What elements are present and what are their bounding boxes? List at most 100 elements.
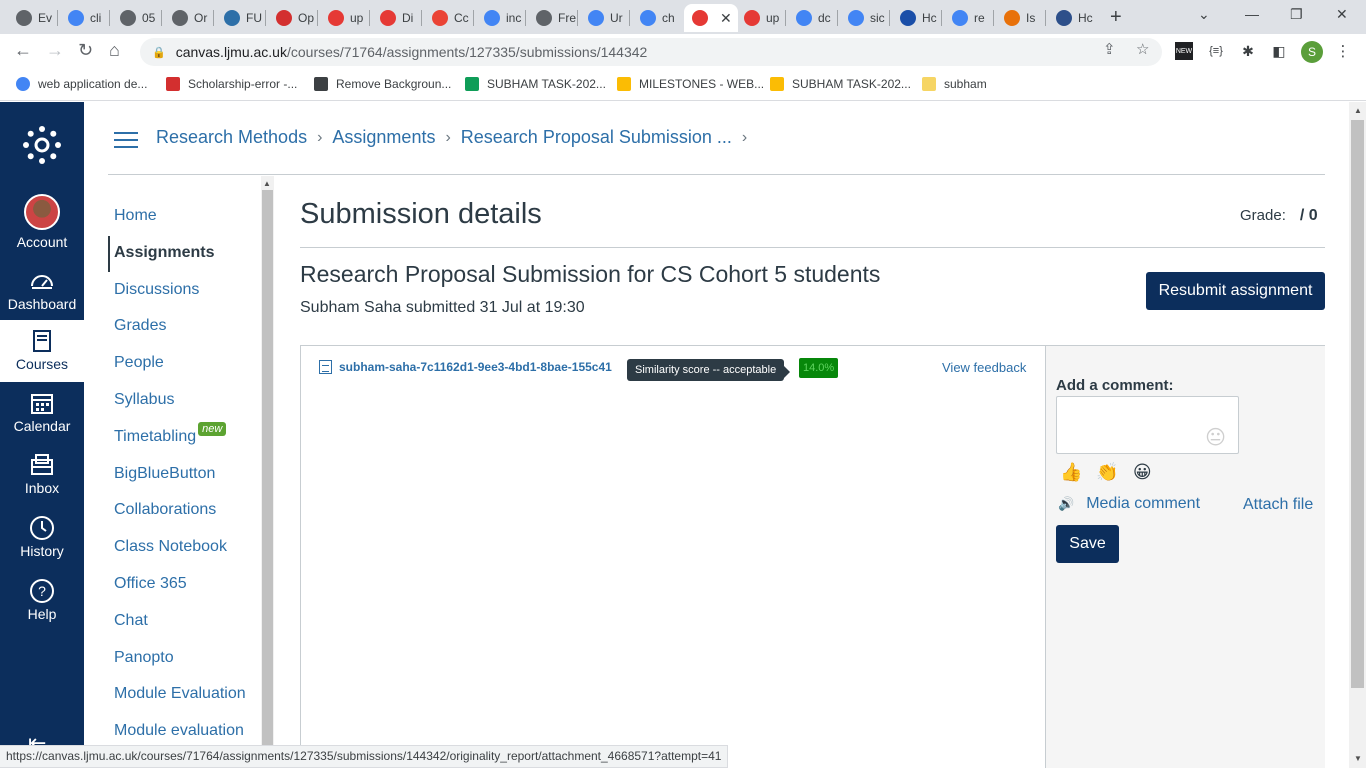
extension-new-icon[interactable]: NEW (1175, 42, 1193, 60)
browser-tab[interactable]: re (944, 4, 994, 32)
course-nav-grades[interactable]: Grades (114, 317, 166, 335)
address-bar[interactable]: 🔒 canvas.ljmu.ac.uk /courses/71764/assig… (140, 38, 1162, 66)
close-window-icon[interactable]: ✕ (1336, 6, 1348, 23)
browser-tab[interactable]: Di (372, 4, 422, 32)
help-icon: ? (30, 579, 54, 603)
filename[interactable]: subham-saha-7c1162d1-9ee3-4bd1-8bae-155c… (339, 360, 612, 374)
browser-tab[interactable]: ✕ (684, 4, 738, 32)
nav-help[interactable]: ? Help (0, 578, 84, 640)
course-nav-bigbluebutton[interactable]: BigBlueButton (114, 465, 215, 483)
home-icon[interactable]: ⌂ (109, 40, 120, 61)
browser-tab[interactable]: Fre (528, 4, 578, 32)
course-nav-home[interactable]: Home (114, 207, 157, 225)
browser-tab[interactable]: 05 (112, 4, 162, 32)
resubmit-assignment-button[interactable]: Resubmit assignment (1146, 272, 1325, 310)
breadcrumb-assignment[interactable]: Research Proposal Submission ... (461, 127, 732, 148)
view-feedback-link[interactable]: View feedback (942, 360, 1026, 375)
emoji-picker-icon[interactable]: 😐 (1205, 425, 1226, 450)
clapping-icon[interactable]: 👏 (1096, 462, 1118, 483)
browser-tab[interactable]: ch (632, 4, 682, 32)
save-button[interactable]: Save (1056, 525, 1119, 563)
bookmark-star-icon[interactable]: ☆ (1136, 40, 1149, 58)
menu-kebab-icon[interactable]: ⋮ (1334, 42, 1352, 60)
side-panel-icon[interactable]: ◧ (1270, 42, 1288, 60)
course-nav-assignments[interactable]: Assignments (114, 244, 214, 262)
submission-file-link[interactable]: subham-saha-7c1162d1-9ee3-4bd1-8bae-155c… (319, 360, 612, 374)
scroll-up-icon[interactable]: ▲ (1354, 106, 1362, 115)
tab-close-icon[interactable]: ✕ (720, 10, 732, 27)
bookmark-item[interactable]: Remove Backgroun... (314, 77, 451, 91)
hamburger-menu-icon[interactable] (114, 132, 138, 148)
page-title: Submission details (300, 198, 542, 230)
browser-tab[interactable]: inc (476, 4, 526, 32)
tab-separator (785, 10, 786, 26)
scrollbar-thumb[interactable] (1351, 120, 1364, 688)
back-icon[interactable]: ← (14, 40, 32, 61)
browser-tab[interactable]: up (320, 4, 370, 32)
course-nav-chat[interactable]: Chat (114, 612, 148, 630)
scroll-down-icon[interactable]: ▼ (1354, 754, 1362, 763)
bookmark-item[interactable]: subham (922, 77, 987, 91)
tab-label: Hc (922, 11, 937, 25)
extensions-puzzle-icon[interactable]: ✱ (1239, 42, 1257, 60)
course-nav-module-evaluation[interactable]: Module evaluation (114, 722, 244, 740)
bookmark-item[interactable]: SUBHAM TASK-202... (770, 77, 911, 91)
nav-inbox[interactable]: Inbox (0, 452, 84, 514)
course-nav-syllabus[interactable]: Syllabus (114, 391, 174, 409)
divider (300, 247, 1325, 248)
browser-tab[interactable]: Or (164, 4, 214, 32)
share-icon[interactable]: ⇪ (1103, 40, 1116, 58)
course-nav-discussions[interactable]: Discussions (114, 281, 199, 299)
course-nav-timetabling[interactable]: Timetabling new (114, 421, 227, 446)
media-comment-button[interactable]: 🔊 Media comment (1058, 495, 1200, 513)
profile-avatar[interactable]: S (1301, 41, 1323, 63)
bookmark-item[interactable]: SUBHAM TASK-202... (465, 77, 606, 91)
new-tab-button[interactable]: + (1110, 6, 1122, 29)
course-nav-module-evaluation[interactable]: Module Evaluation (114, 685, 246, 703)
course-nav-office-365[interactable]: Office 365 (114, 575, 187, 593)
minimize-icon[interactable]: — (1245, 6, 1259, 22)
bookmark-item[interactable]: web application de... (16, 77, 147, 91)
thumbs-up-icon[interactable]: 👍 (1060, 462, 1082, 483)
breadcrumb-course[interactable]: Research Methods (156, 127, 307, 148)
tab-label: dc (818, 11, 831, 25)
bookmark-item[interactable]: Scholarship-error -... (166, 77, 297, 91)
browser-tab[interactable]: Hc (1048, 4, 1098, 32)
nav-account[interactable]: Account (0, 194, 84, 258)
course-nav-collaborations[interactable]: Collaborations (114, 501, 216, 519)
course-nav-scrollbar[interactable]: ▲ (261, 176, 274, 746)
browser-tab[interactable]: Ur (580, 4, 630, 32)
course-nav-class-notebook[interactable]: Class Notebook (114, 538, 227, 556)
browser-tab[interactable]: Cc (424, 4, 474, 32)
restore-icon[interactable]: ❐ (1290, 6, 1303, 23)
browser-tab[interactable]: dc (788, 4, 838, 32)
similarity-score-badge[interactable]: 14.0% (799, 358, 839, 378)
smile-icon[interactable]: 😀 (1133, 462, 1152, 483)
nav-courses[interactable]: Courses (0, 320, 84, 382)
attach-file-link[interactable]: Attach file (1243, 496, 1313, 514)
comment-textarea[interactable]: 😐 (1056, 396, 1239, 454)
browser-tab[interactable]: Hc (892, 4, 942, 32)
page-scrollbar[interactable]: ▲ ▼ (1349, 102, 1366, 768)
browser-tab[interactable]: FU (216, 4, 266, 32)
bookmark-item[interactable]: MILESTONES - WEB... (617, 77, 764, 91)
browser-tab[interactable]: sic (840, 4, 890, 32)
browser-tab[interactable]: Ev (8, 4, 58, 32)
breadcrumb-assignments[interactable]: Assignments (332, 127, 435, 148)
course-nav-panopto[interactable]: Panopto (114, 649, 174, 667)
lock-icon: 🔒 (152, 46, 166, 59)
course-nav-people[interactable]: People (114, 354, 164, 372)
browser-tab[interactable]: Is (996, 4, 1046, 32)
nav-calendar[interactable]: Calendar (0, 390, 84, 452)
canvas-logo-icon[interactable] (21, 124, 63, 166)
browser-tab[interactable]: cli (60, 4, 110, 32)
scroll-up-icon[interactable]: ▲ (263, 179, 271, 188)
tab-search-icon[interactable]: ⌄ (1198, 6, 1210, 23)
extension-json-icon[interactable]: {≡} (1207, 42, 1225, 60)
browser-tab[interactable]: up (736, 4, 786, 32)
nav-history[interactable]: History (0, 515, 84, 577)
browser-tab[interactable]: Op (268, 4, 318, 32)
forward-icon[interactable]: → (46, 40, 64, 61)
scrollbar-thumb[interactable] (262, 190, 273, 746)
reload-icon[interactable]: ↻ (78, 40, 93, 61)
